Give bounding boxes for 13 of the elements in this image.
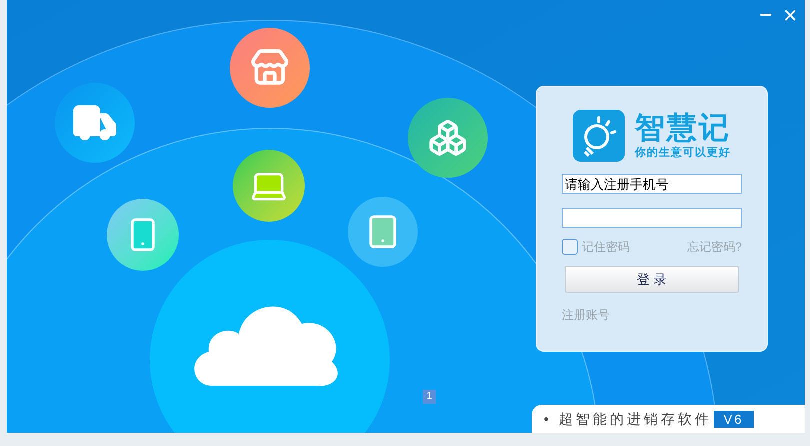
brand-name: 智慧记 [635, 112, 731, 146]
password-input-field[interactable] [562, 208, 742, 228]
register-link[interactable]: 注册账号 [562, 308, 610, 322]
version-badge: V6 [714, 410, 754, 428]
remember-checkbox[interactable] [562, 239, 578, 255]
login-button[interactable]: 登 录 [565, 266, 739, 293]
phone-input-field[interactable]: 请输入注册手机号 [562, 174, 742, 194]
banner-tagline: • 超智能的进销存软件 [544, 410, 712, 428]
page-indicator[interactable]: 1 [423, 390, 436, 404]
lightbulb-logo-icon [573, 110, 625, 162]
brand-slogan: 你的生意可以更好 [635, 146, 731, 160]
remember-label: 记住密码 [582, 239, 630, 256]
forgot-password-link[interactable]: 忘记密码? [687, 238, 742, 256]
